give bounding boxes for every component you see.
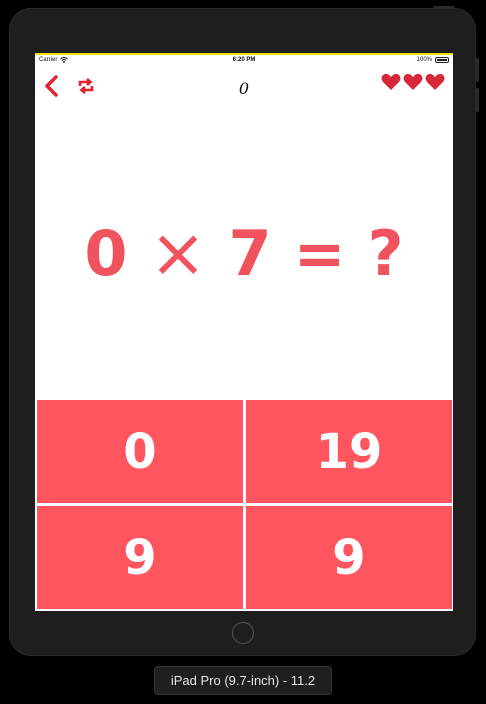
battery-group: 100% (417, 57, 449, 63)
side-button (476, 88, 479, 112)
status-bar: Carrier 6:20 PM 100% (35, 55, 453, 67)
side-button (476, 58, 479, 82)
heart-icon (381, 73, 401, 90)
heart-icon (403, 73, 423, 90)
battery-icon (435, 57, 449, 63)
home-button[interactable] (232, 622, 254, 644)
navigation-bar: 0 (35, 67, 453, 105)
simulator-device-label: iPad Pro (9.7-inch) - 11.2 (154, 666, 332, 695)
question-unknown: ? (367, 216, 404, 290)
answer-button-4[interactable]: 9 (246, 506, 452, 609)
app-screen: Carrier 6:20 PM 100% 0 0 × 7 = ? 0 19 9 … (35, 53, 453, 611)
question-operator: × (149, 213, 207, 293)
answer-button-1[interactable]: 0 (37, 400, 243, 503)
heart-icon (425, 73, 445, 90)
lives-indicator (381, 73, 445, 91)
battery-percent: 100% (416, 57, 432, 63)
answer-grid: 0 19 9 9 (37, 400, 453, 611)
answer-button-3[interactable]: 9 (37, 506, 243, 609)
question-equals: = (293, 216, 346, 290)
math-question: 0 × 7 = ? (35, 213, 453, 293)
question-left-operand: 0 (84, 216, 128, 290)
side-button (433, 6, 455, 9)
answer-button-2[interactable]: 19 (246, 400, 452, 503)
status-time: 6:20 PM (232, 57, 256, 63)
question-right-operand: 7 (228, 216, 272, 290)
battery-fill (437, 59, 447, 61)
